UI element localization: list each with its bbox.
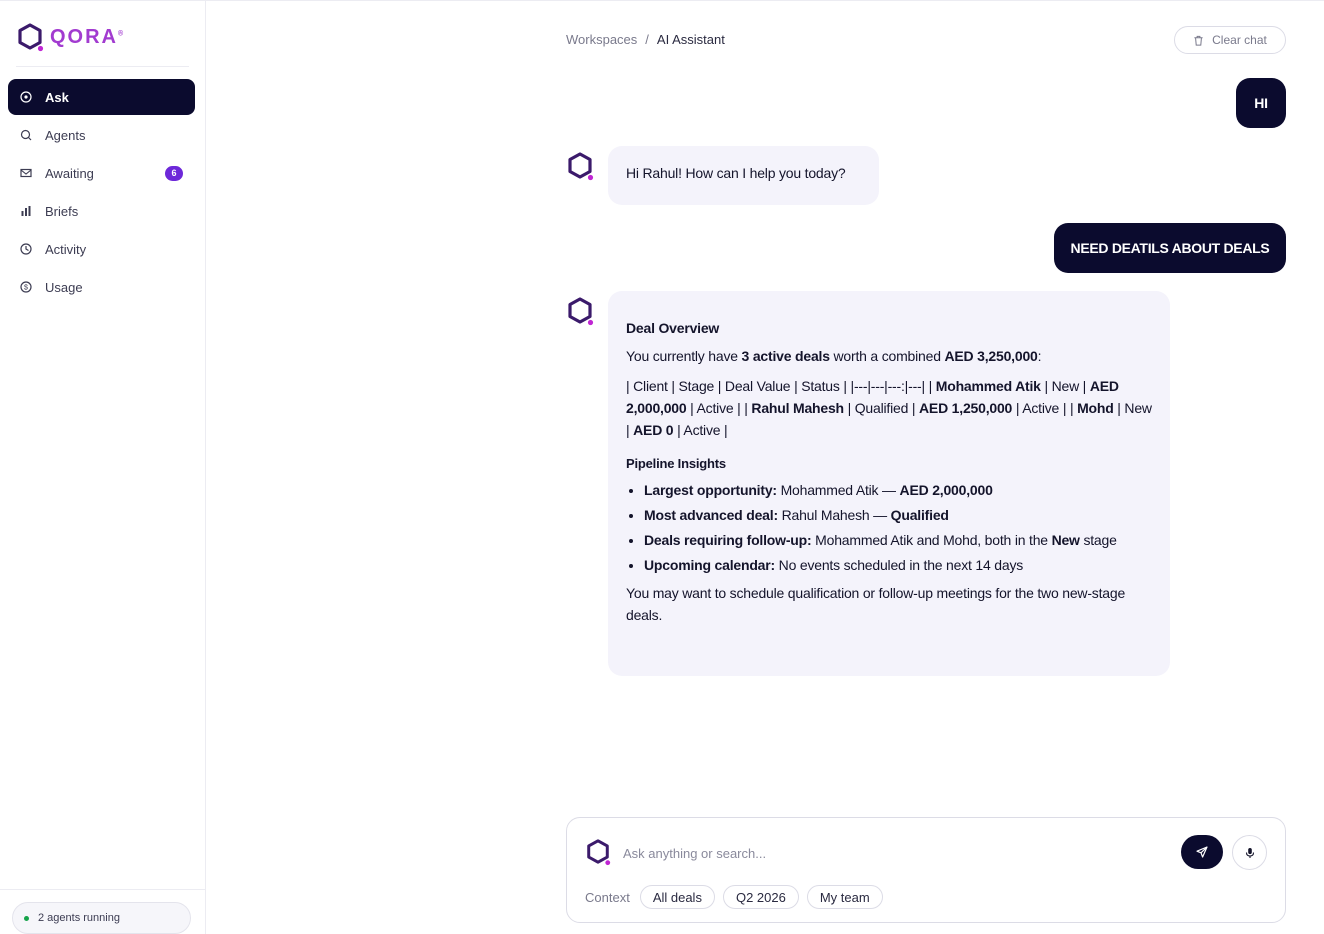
- assistant-avatar-icon: [568, 152, 594, 181]
- divider: [0, 889, 205, 890]
- microphone-icon: [1245, 847, 1254, 858]
- svg-text:$: $: [24, 285, 28, 292]
- dollar-icon: $: [20, 281, 32, 293]
- microphone-button[interactable]: [1232, 835, 1267, 870]
- sidebar-nav: Ask Agents Awaiting 6 Briefs Activity $ …: [8, 79, 195, 307]
- awaiting-count-badge: 6: [165, 165, 183, 181]
- qora-logo-icon: [18, 23, 44, 52]
- breadcrumb-separator: /: [645, 32, 649, 47]
- list-item: Largest opportunity: Mohammed Atik — AED…: [644, 479, 1152, 501]
- chat-input[interactable]: [623, 843, 1163, 863]
- bar-chart-icon: [20, 205, 32, 217]
- clear-chat-label: Clear chat: [1212, 33, 1267, 47]
- user-message: NEED DEATILS ABOUT DEALS: [1054, 223, 1286, 273]
- sidebar-item-agents[interactable]: Agents: [8, 117, 195, 153]
- breadcrumb: Workspaces / AI Assistant: [566, 32, 725, 47]
- user-message: HI: [1236, 78, 1286, 128]
- sidebar-item-activity[interactable]: Activity: [8, 231, 195, 267]
- sidebar-item-usage[interactable]: $ Usage: [8, 269, 195, 305]
- list-item: Most advanced deal: Rahul Mahesh — Quali…: [644, 504, 1152, 526]
- divider: [16, 66, 189, 67]
- sidebar-item-ask[interactable]: Ask: [8, 79, 195, 115]
- context-row: Context All deals Q2 2026 My team: [585, 885, 883, 909]
- closing-text: You may want to schedule qualification o…: [626, 585, 1126, 623]
- sidebar-item-label: Activity: [45, 241, 87, 257]
- breadcrumb-workspaces[interactable]: Workspaces: [566, 32, 637, 47]
- sidebar-item-label: Agents: [45, 127, 86, 143]
- assistant-message-text: Hi Rahul! How can I help you today?: [626, 165, 846, 181]
- send-icon: [1196, 846, 1208, 858]
- list-item: Upcoming calendar: No events scheduled i…: [644, 554, 1152, 576]
- context-chip-all-deals[interactable]: All deals: [639, 885, 715, 909]
- context-chip-q2-2026[interactable]: Q2 2026: [722, 885, 799, 909]
- sidebar-item-briefs[interactable]: Briefs: [8, 193, 195, 229]
- compass-icon: [20, 91, 32, 103]
- breadcrumb-current: AI Assistant: [656, 32, 725, 47]
- context-label: Context: [585, 889, 630, 905]
- sidebar-item-label: Briefs: [45, 203, 79, 219]
- qora-logo-icon: [587, 839, 611, 866]
- list-item: Deals requiring follow-up: Mohammed Atik…: [644, 529, 1152, 551]
- clear-chat-button[interactable]: Clear chat: [1174, 26, 1286, 54]
- brand-name: QORA®: [50, 25, 126, 48]
- agents-running-label: 2 agents running: [38, 912, 120, 924]
- mail-icon: [20, 167, 32, 179]
- assistant-avatar-icon: [568, 297, 594, 326]
- composer: Context All deals Q2 2026 My team: [566, 817, 1286, 923]
- agents-running-status[interactable]: 2 agents running: [12, 902, 191, 934]
- deal-overview-title: Deal Overview: [626, 320, 720, 336]
- sidebar-item-label: Awaiting: [45, 165, 94, 181]
- deal-summary: You currently have 3 active deals worth …: [626, 348, 1042, 364]
- status-dot-icon: [24, 915, 29, 921]
- trash-icon: [1194, 35, 1203, 46]
- sidebar-item-label: Ask: [45, 89, 69, 105]
- sidebar-item-awaiting[interactable]: Awaiting 6: [8, 155, 195, 191]
- search-icon: [20, 129, 32, 141]
- assistant-message: Hi Rahul! How can I help you today?: [608, 146, 879, 205]
- send-button[interactable]: [1181, 835, 1223, 869]
- assistant-deal-message: Deal Overview You currently have 3 activ…: [608, 291, 1170, 676]
- deal-table-text: | Client | Stage | Deal Value | Status |…: [626, 378, 1152, 438]
- brand-logo[interactable]: QORA®: [16, 21, 125, 53]
- sidebar-item-label: Usage: [45, 279, 83, 295]
- clock-icon: [20, 243, 32, 255]
- sidebar: QORA® Ask Agents Awaiting 6 Briefs Activ…: [0, 1, 206, 934]
- context-chip-my-team[interactable]: My team: [806, 885, 883, 909]
- pipeline-insights-title: Pipeline Insights: [626, 456, 726, 471]
- insights-list: Largest opportunity: Mohammed Atik — AED…: [626, 479, 1152, 576]
